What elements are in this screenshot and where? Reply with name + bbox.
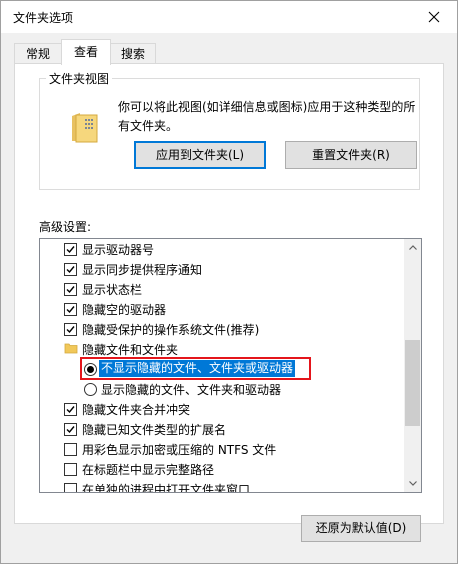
checkmark-icon [66,426,75,434]
list-item[interactable]: 隐藏文件夹合并冲突 [40,399,404,419]
checkmark-icon [66,246,75,254]
tab-search[interactable]: 搜索 [110,43,156,64]
list-item[interactable]: 显示驱动器号 [40,239,404,259]
checkbox[interactable] [64,263,77,276]
list-item[interactable]: 隐藏空的驱动器 [40,299,404,319]
list-item[interactable]: 显示同步提供程序通知 [40,259,404,279]
checkmark-icon [66,286,75,294]
checkbox[interactable] [64,423,77,436]
scroll-up-button[interactable] [404,239,421,256]
item-label: 显示同步提供程序通知 [82,263,203,277]
folder-views-group: 文件夹视图 你可以将此视图(如详细信息或图标)应用于这种类型的所有文件夹。 应用… [39,70,420,190]
checkbox[interactable] [64,243,77,256]
folder-view-icon [72,113,98,143]
close-button[interactable] [411,1,457,33]
advanced-settings-list[interactable]: 显示驱动器号 显示同步提供程序通知 显示状态栏 隐藏空的驱动器 隐藏受保护的操作… [39,238,422,493]
list-item: 隐藏文件和文件夹 [40,339,404,359]
folder-views-label: 文件夹视图 [46,70,113,87]
item-label: 在单独的进程中打开文件夹窗口 [82,483,251,493]
checkmark-icon [66,266,75,274]
item-label: 用彩色显示加密或压缩的 NTFS 文件 [82,443,277,457]
view-tab-panel: 文件夹视图 你可以将此视图(如详细信息或图标)应用于这种类型的所有文件夹。 应用… [14,63,444,542]
folder-options-dialog: 文件夹选项 常规 查看 搜索 文件夹视图 你可以将此视图(如详细信息或图标)应用… [0,0,458,564]
item-label: 在标题栏中显示完整路径 [82,463,215,477]
item-label: 显示状态栏 [82,283,143,297]
checkbox[interactable] [64,483,77,492]
list-item[interactable]: 用彩色显示加密或压缩的 NTFS 文件 [40,439,404,459]
item-label: 隐藏空的驱动器 [82,303,167,317]
window-title: 文件夹选项 [13,11,74,25]
radio-button[interactable] [84,363,97,376]
list-item[interactable]: 不显示隐藏的文件、文件夹或驱动器 [40,359,404,379]
list-item[interactable]: 显示隐藏的文件、文件夹和驱动器 [40,379,404,399]
checkbox[interactable] [64,303,77,316]
checkbox[interactable] [64,443,77,456]
checkbox[interactable] [64,283,77,296]
vertical-scrollbar[interactable] [404,239,421,492]
checkbox[interactable] [64,323,77,336]
checkbox[interactable] [64,403,77,416]
item-label: 显示驱动器号 [82,243,155,257]
tab-general[interactable]: 常规 [14,43,62,64]
scroll-down-button[interactable] [404,475,421,492]
folder-icon [64,343,78,354]
list-item[interactable]: 在单独的进程中打开文件夹窗口 [40,479,404,493]
tab-view[interactable]: 查看 [61,39,111,65]
list-item[interactable]: 隐藏已知文件类型的扩展名 [40,419,404,439]
item-label: 隐藏文件和文件夹 [82,343,179,357]
item-label: 隐藏文件夹合并冲突 [82,403,191,417]
chevron-down-icon [408,481,417,486]
item-label: 隐藏已知文件类型的扩展名 [82,423,227,437]
checkmark-icon [66,326,75,334]
radio-button[interactable] [84,383,97,396]
item-label: 不显示隐藏的文件、文件夹或驱动器 [99,360,296,377]
radio-dot [87,366,94,373]
list-item[interactable]: 隐藏受保护的操作系统文件(推荐) [40,319,404,339]
checkmark-icon [66,406,75,414]
restore-defaults-button[interactable]: 还原为默认值(D) [301,515,421,542]
list-item[interactable]: 显示状态栏 [40,279,404,299]
chevron-up-icon [408,245,417,250]
item-label: 隐藏受保护的操作系统文件(推荐) [82,323,260,337]
list-item[interactable]: 在标题栏中显示完整路径 [40,459,404,479]
scrollbar-thumb[interactable] [405,340,420,426]
close-icon [428,11,440,23]
apply-to-folders-button[interactable]: 应用到文件夹(L) [134,141,266,169]
checkbox[interactable] [64,463,77,476]
advanced-settings-label: 高级设置: [39,220,92,234]
item-label: 显示隐藏的文件、文件夹和驱动器 [101,383,282,397]
checkmark-icon [66,306,75,314]
folder-views-description: 你可以将此视图(如详细信息或图标)应用于这种类型的所有文件夹。 [118,100,416,133]
reset-folders-button[interactable]: 重置文件夹(R) [285,141,417,169]
title-bar: 文件夹选项 [1,1,457,33]
